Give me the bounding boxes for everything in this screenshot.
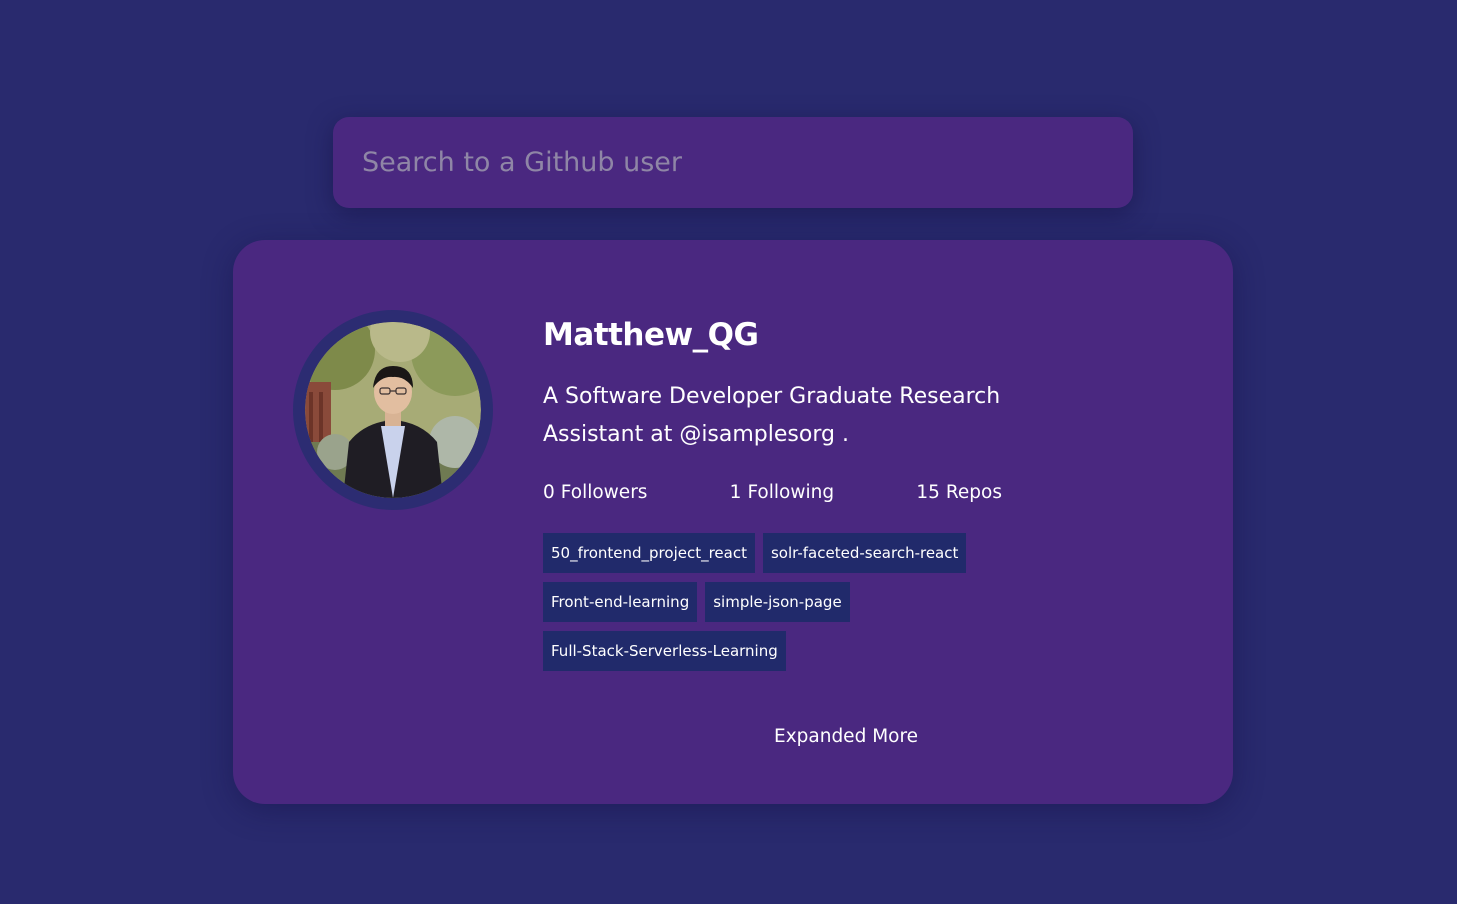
repo-link[interactable]: Full-Stack-Serverless-Learning xyxy=(543,631,786,671)
user-bio: A Software Developer Graduate Research A… xyxy=(543,384,1001,447)
search-input[interactable] xyxy=(333,117,1133,208)
user-info: Matthew_QG A Software Developer Graduate… xyxy=(543,314,1103,680)
repos-label: Repos xyxy=(945,482,1002,503)
user-name: Matthew_QG xyxy=(543,317,759,353)
expand-more-button[interactable]: Expanded More xyxy=(774,724,918,750)
repo-link[interactable]: 50_frontend_project_react xyxy=(543,533,755,573)
repos-stat: 15 Repos xyxy=(916,480,1103,506)
avatar xyxy=(293,310,493,510)
followers-stat: 0 Followers xyxy=(543,480,730,506)
repo-link[interactable]: Front-end-learning xyxy=(543,582,698,622)
user-photo-icon xyxy=(305,322,481,498)
user-card: Matthew_QG A Software Developer Graduate… xyxy=(233,240,1233,804)
user-stats: 0 Followers 1 Following 15 Repos xyxy=(543,480,1103,506)
repo-list: 50_frontend_project_react solr-faceted-s… xyxy=(543,533,1103,680)
repo-link[interactable]: simple-json-page xyxy=(705,582,850,622)
repos-count: 15 xyxy=(916,482,940,503)
search-form xyxy=(333,117,1133,208)
followers-count: 0 xyxy=(543,482,555,503)
following-stat: 1 Following xyxy=(730,480,917,506)
following-label: Following xyxy=(747,482,835,503)
page: Matthew_QG A Software Developer Graduate… xyxy=(0,0,1457,904)
repo-link[interactable]: solr-faceted-search-react xyxy=(762,533,967,573)
following-count: 1 xyxy=(729,482,742,503)
followers-label: Followers xyxy=(560,482,648,503)
